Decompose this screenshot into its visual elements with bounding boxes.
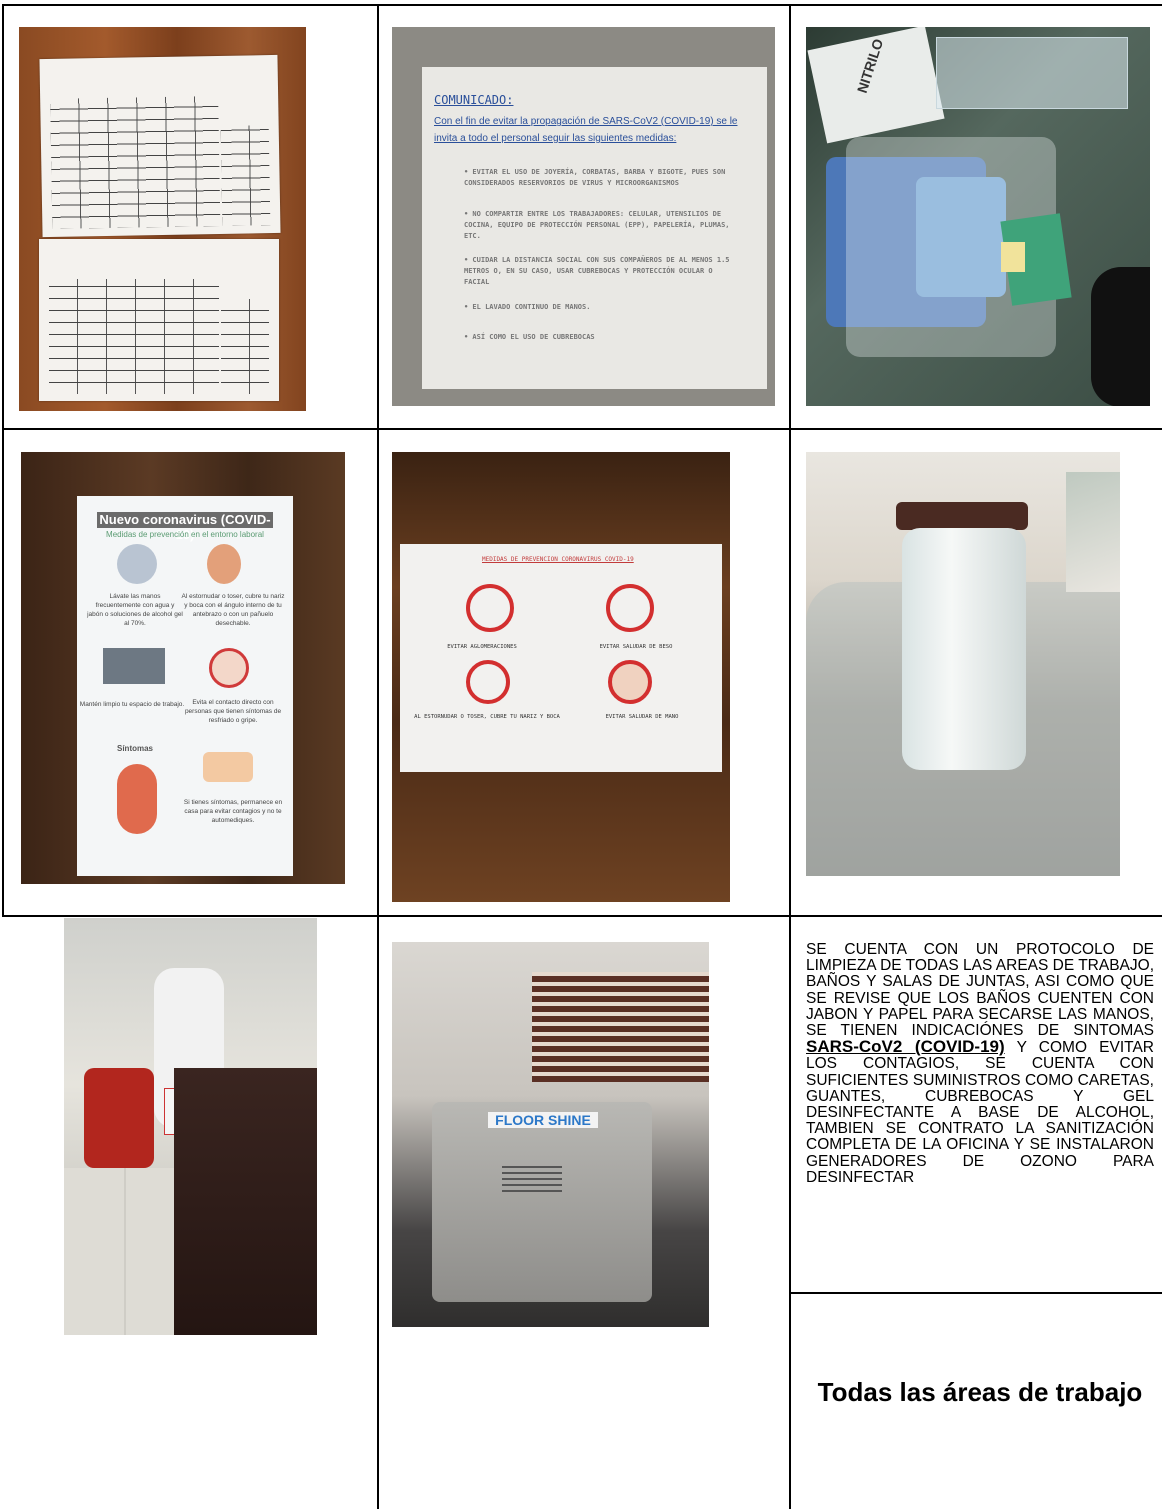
yellow-note xyxy=(1001,242,1025,272)
sign-caption: EVITAR SALUDAR DE BESO xyxy=(599,644,673,650)
photo-sanitization-worker xyxy=(64,918,317,1335)
window-blinds xyxy=(532,972,709,1082)
laptop-illustration xyxy=(103,648,165,684)
chair-back xyxy=(1091,267,1150,406)
device-vent xyxy=(502,1162,562,1192)
photo-coronavirus-poster: Nuevo coronavirus (COVID-19) Medidas de … xyxy=(21,452,345,884)
notice-bullet: • ASÍ COMO EL USO DE CUBREBOCAS xyxy=(464,333,595,341)
handwashing-illustration xyxy=(117,544,157,584)
notice-bullet: • CUIDAR LA DISTANCIA SOCIAL CON SUS COM… xyxy=(464,256,730,286)
sign-caption: AL ESTORNUDAR O TOSER, CUBRE TU NARIZ Y … xyxy=(414,714,560,720)
symptoms-heading: Síntomas xyxy=(117,744,154,753)
desk xyxy=(174,1068,317,1335)
photo-notice: COMUNICADO: Con el fin de evitar la prop… xyxy=(392,27,775,406)
area-label: Todas las áreas de trabajo xyxy=(817,1377,1143,1407)
schedule-grid xyxy=(50,95,221,229)
photo-ozone-generator: FLOOR SHINE xyxy=(392,942,709,1327)
red-chair xyxy=(84,1068,154,1168)
photo-ppe-supplies: NITRILO xyxy=(806,27,1150,406)
nitrile-glove-box: NITRILO xyxy=(807,27,945,144)
gel-jar xyxy=(902,528,1026,770)
photo-sanitizer-gel-jar xyxy=(806,452,1120,876)
sneezing-illustration xyxy=(207,544,241,584)
protocol-highlight: SARS-CoV2 (COVID-19) xyxy=(806,1037,1005,1057)
schedule-grid xyxy=(220,125,271,226)
table-border-top xyxy=(2,4,1162,6)
table-row-divider-1 xyxy=(2,428,1162,430)
schedule-grid xyxy=(221,299,269,394)
notice-title: COMUNICADO: xyxy=(434,93,514,107)
sick-child-illustration xyxy=(117,764,157,834)
device-box xyxy=(432,1102,652,1302)
box-label: NITRILO xyxy=(853,36,887,95)
poster-title: Nuevo coronavirus (COVID-19) xyxy=(97,512,273,542)
table-border-left xyxy=(2,4,4,917)
no-crowds-icon xyxy=(466,584,514,632)
sign-caption: EVITAR AGLOMERACIONES xyxy=(447,644,517,650)
no-handshake-sign-icon xyxy=(608,660,652,704)
poster-caption: Mantén limpio tu espacio de trabajo. xyxy=(79,701,185,708)
poster-caption: Evita el contacto directo con personas q… xyxy=(184,699,282,724)
table-divider-col1 xyxy=(377,4,379,1509)
table-divider-col2 xyxy=(789,4,791,1509)
poster-subtitle: Medidas de prevención en el entorno labo… xyxy=(106,530,264,539)
poster-caption: Al estornudar o toser, cubre tu nariz y … xyxy=(181,593,285,627)
sign-caption: EVITAR SALUDAR DE MANO xyxy=(605,714,679,720)
poster-caption: Lávate las manos frecuentemente con agua… xyxy=(87,593,183,627)
resting-illustration xyxy=(203,752,253,782)
notice-bullet: • EVITAR EL USO DE JOYERÍA, CORBATAS, BA… xyxy=(464,168,726,187)
schedule-grid xyxy=(49,279,219,394)
schedule-sheet-bottom xyxy=(39,239,279,401)
sign-paper xyxy=(400,544,722,772)
photo-schedule-sheets xyxy=(19,27,306,411)
notice-intro: Con el fin de evitar la propagación de S… xyxy=(434,116,738,144)
no-kiss-icon xyxy=(606,584,654,632)
protocol-description: SE CUENTA CON UN PROTOCOLO DE LIMPIEZA D… xyxy=(806,941,1155,1186)
cover-cough-icon xyxy=(466,660,510,704)
table-row-divider-3 xyxy=(789,1292,1162,1294)
no-handshake-icon xyxy=(209,648,249,688)
sign-title: MEDIDAS DE PREVENCION CORONAVIRUS COVID-… xyxy=(482,556,634,563)
notice-bullet: • NO COMPARTIR ENTRE LOS TRABAJADORES: C… xyxy=(464,210,730,240)
table-row-divider-2 xyxy=(2,915,1162,917)
photo-prevention-sign: MEDIDAS DE PREVENCION CORONAVIRUS COVID-… xyxy=(392,452,730,902)
notice-bullet: • EL LAVADO CONTINUO DE MANOS. xyxy=(464,303,591,311)
protocol-text-part1: SE CUENTA CON UN PROTOCOLO DE LIMPIEZA D… xyxy=(806,941,1155,1040)
jar-lid xyxy=(896,502,1028,530)
face-shield xyxy=(936,37,1128,109)
schedule-sheet-top xyxy=(39,54,281,238)
plant-leaves xyxy=(1066,472,1120,592)
device-label: FLOOR SHINE xyxy=(488,1112,598,1128)
poster-caption: Si tienes síntomas, permanece en casa pa… xyxy=(183,799,283,824)
protocol-text-part2: Y COMO EVITAR LOS CONTAGIOS, SE CUENTA C… xyxy=(806,1039,1154,1186)
